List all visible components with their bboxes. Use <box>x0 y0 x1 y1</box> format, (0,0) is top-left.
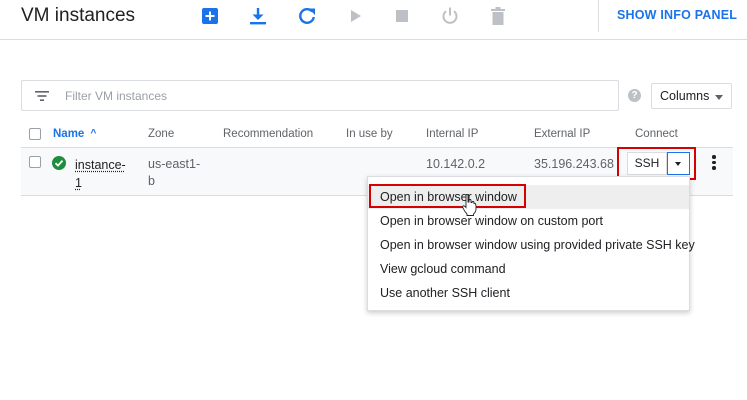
columns-button[interactable]: Columns <box>651 83 732 109</box>
top-bar: VM instances SHOW INFO PANEL <box>0 0 747 40</box>
instance-name-link[interactable]: instance-1 <box>75 156 129 192</box>
column-header-zone[interactable]: Zone <box>148 128 174 140</box>
filter-input[interactable] <box>63 86 603 106</box>
menu-item-view-gcloud-command[interactable]: View gcloud command <box>368 257 689 281</box>
reset-button[interactable] <box>438 4 462 28</box>
add-box-icon <box>202 8 218 24</box>
caret-down-icon <box>715 95 723 100</box>
ssh-dropdown-button[interactable] <box>667 152 690 175</box>
status-running-icon <box>52 156 66 170</box>
caret-down-icon <box>675 162 681 166</box>
help-icon[interactable]: ? <box>628 89 641 102</box>
column-header-internal-ip[interactable]: Internal IP <box>426 128 478 140</box>
menu-item-open-custom-port[interactable]: Open in browser window on custom port <box>368 209 689 233</box>
internal-ip-cell: 10.142.0.2 <box>426 157 486 171</box>
hand-cursor-icon <box>462 194 477 216</box>
column-header-name-label: Name <box>53 128 85 140</box>
refresh-button[interactable] <box>295 4 319 28</box>
zone-cell: us-east1-b <box>148 157 201 188</box>
ssh-button[interactable]: SSH <box>627 152 667 175</box>
refresh-icon <box>299 8 315 24</box>
check-icon <box>54 159 64 167</box>
external-ip-cell: 35.196.243.68 <box>534 157 614 171</box>
sort-ascending-icon: ^ <box>90 128 97 139</box>
columns-label: Columns <box>660 89 710 103</box>
delete-button[interactable] <box>486 4 510 28</box>
select-all-checkbox[interactable] <box>29 128 41 140</box>
column-header-recommendation[interactable]: Recommendation <box>223 128 313 140</box>
filter-bar <box>21 80 619 111</box>
toolbar-divider <box>598 0 599 32</box>
stop-button[interactable] <box>390 4 414 28</box>
show-info-panel-button[interactable]: SHOW INFO PANEL <box>617 8 737 22</box>
stop-icon <box>396 10 408 22</box>
menu-item-open-private-key[interactable]: Open in browser window using provided pr… <box>368 233 695 257</box>
column-header-external-ip[interactable]: External IP <box>534 128 590 140</box>
page-title: VM instances <box>21 5 136 26</box>
create-instance-button[interactable] <box>198 4 222 28</box>
download-icon <box>250 8 266 25</box>
row-checkbox[interactable] <box>29 156 41 168</box>
more-actions-icon[interactable] <box>708 155 720 173</box>
start-button[interactable] <box>343 4 367 28</box>
play-icon <box>351 10 361 22</box>
power-icon <box>442 7 458 24</box>
import-vm-button[interactable] <box>246 4 270 28</box>
trash-icon <box>491 7 505 25</box>
table-header: Name ^ Zone Recommendation In use by Int… <box>21 122 733 148</box>
column-header-name[interactable]: Name ^ <box>53 128 96 140</box>
menu-highlight-box <box>369 184 526 208</box>
column-header-in-use-by[interactable]: In use by <box>346 128 393 140</box>
filter-icon <box>35 91 49 101</box>
menu-item-another-ssh-client[interactable]: Use another SSH client <box>368 281 689 305</box>
column-header-connect: Connect <box>635 128 678 140</box>
